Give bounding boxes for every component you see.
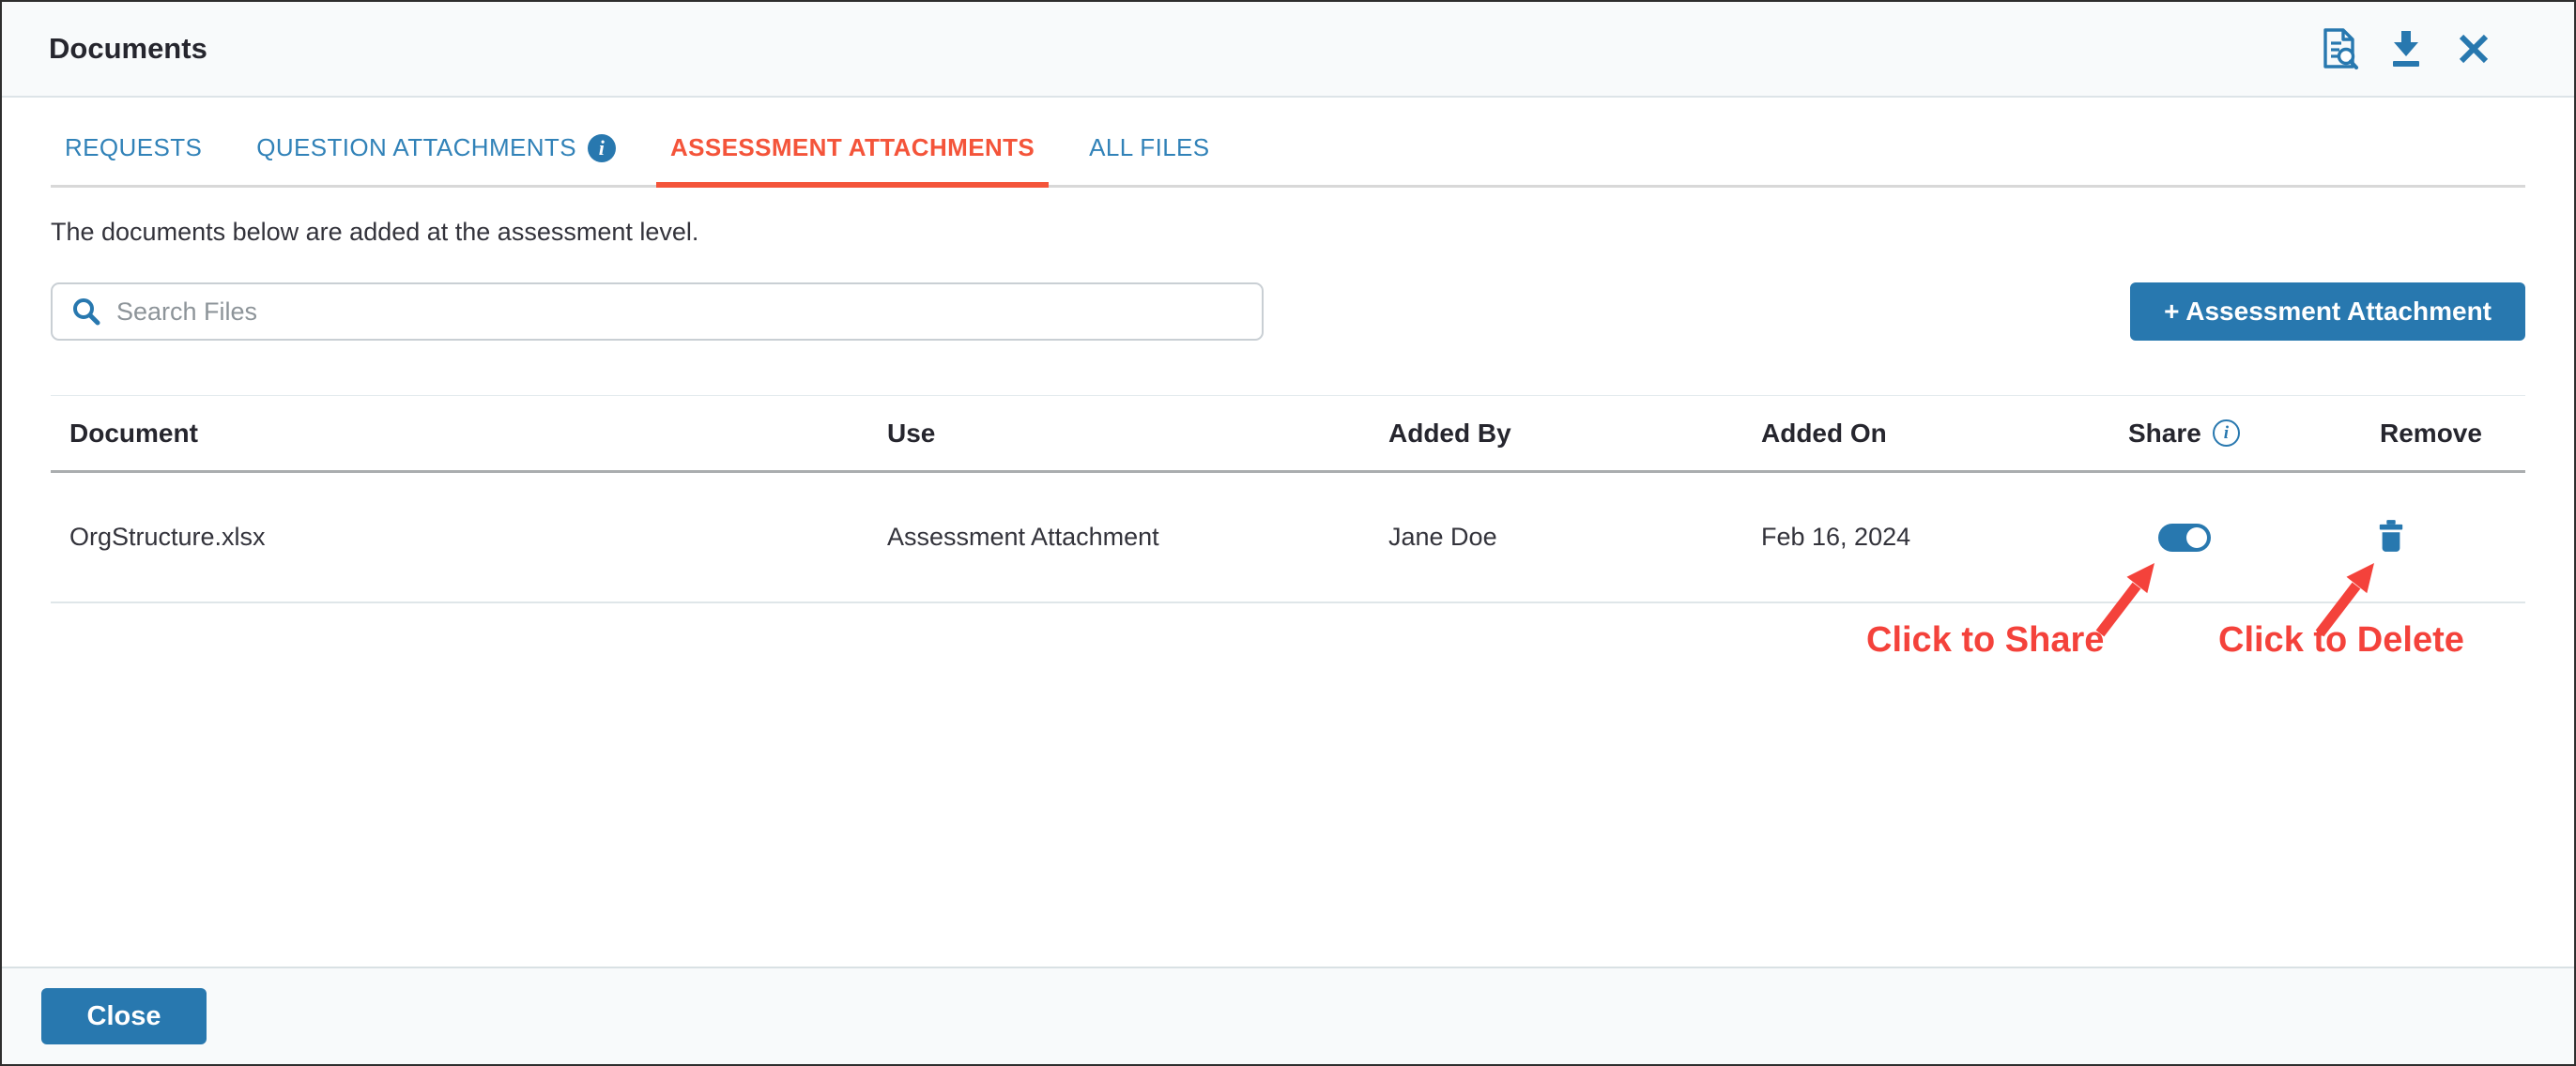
tab-all-files[interactable]: ALL FILES [1075, 133, 1223, 185]
tab-description: The documents below are added at the ass… [51, 218, 699, 246]
column-header-document: Document [69, 418, 198, 448]
share-toggle[interactable] [2158, 523, 2211, 552]
table-row: OrgStructure.xlsx Assessment Attachment … [51, 473, 2525, 603]
share-info-icon[interactable]: i [2212, 419, 2240, 447]
tab-question-attachments[interactable]: QUESTION ATTACHMENTS i [242, 133, 630, 185]
tab-label: REQUESTS [65, 133, 203, 161]
documents-modal: Documents REQUESTS QUESTION ATTACHMENTS … [0, 0, 2576, 1066]
tab-label: ALL FILES [1089, 133, 1210, 161]
search-icon [73, 298, 100, 326]
header-actions [2317, 26, 2495, 71]
column-header-use: Use [887, 418, 936, 448]
share-cell [2109, 523, 2372, 552]
table-header-row: Document Use Added By Added On Share i R… [51, 396, 2525, 473]
remove-cell [2372, 519, 2525, 556]
column-header-share: Share i [2109, 419, 2372, 449]
tab-assessment-attachments[interactable]: ASSESSMENT ATTACHMENTS [655, 133, 1050, 188]
column-header-share-label: Share [2128, 418, 2201, 448]
toggle-knob [2186, 526, 2207, 548]
close-button[interactable]: Close [41, 988, 207, 1044]
search-input[interactable] [116, 297, 1243, 327]
column-header-added-on: Added On [1761, 418, 1887, 448]
click-to-delete-annotation: Click to Delete [2218, 620, 2464, 660]
trash-icon[interactable] [2377, 519, 2405, 556]
tab-requests[interactable]: REQUESTS [51, 133, 216, 185]
document-name: OrgStructure.xlsx [69, 523, 266, 551]
modal-footer: Close [2, 967, 2574, 1064]
info-icon: i [587, 133, 616, 162]
page-title: Documents [49, 32, 207, 65]
search-toolbar: + Assessment Attachment [51, 282, 2525, 341]
add-assessment-attachment-button[interactable]: + Assessment Attachment [2130, 282, 2525, 341]
close-icon[interactable] [2452, 26, 2495, 71]
column-header-added-by: Added By [1388, 418, 1511, 448]
document-added-on: Feb 16, 2024 [1761, 523, 1911, 551]
modal-header: Documents [2, 2, 2574, 98]
tab-bar: REQUESTS QUESTION ATTACHMENTS i ASSESSME… [51, 98, 2525, 188]
preview-document-icon[interactable] [2317, 26, 2360, 71]
click-to-share-annotation: Click to Share [1866, 620, 2105, 660]
documents-table: Document Use Added By Added On Share i R… [51, 395, 2525, 603]
tab-label: ASSESSMENT ATTACHMENTS [669, 133, 1035, 161]
document-use: Assessment Attachment [887, 523, 1159, 551]
column-header-remove: Remove [2380, 418, 2482, 448]
search-box [51, 282, 1264, 341]
document-added-by: Jane Doe [1388, 523, 1497, 551]
tab-label: QUESTION ATTACHMENTS [256, 133, 576, 161]
download-icon[interactable] [2384, 26, 2428, 71]
